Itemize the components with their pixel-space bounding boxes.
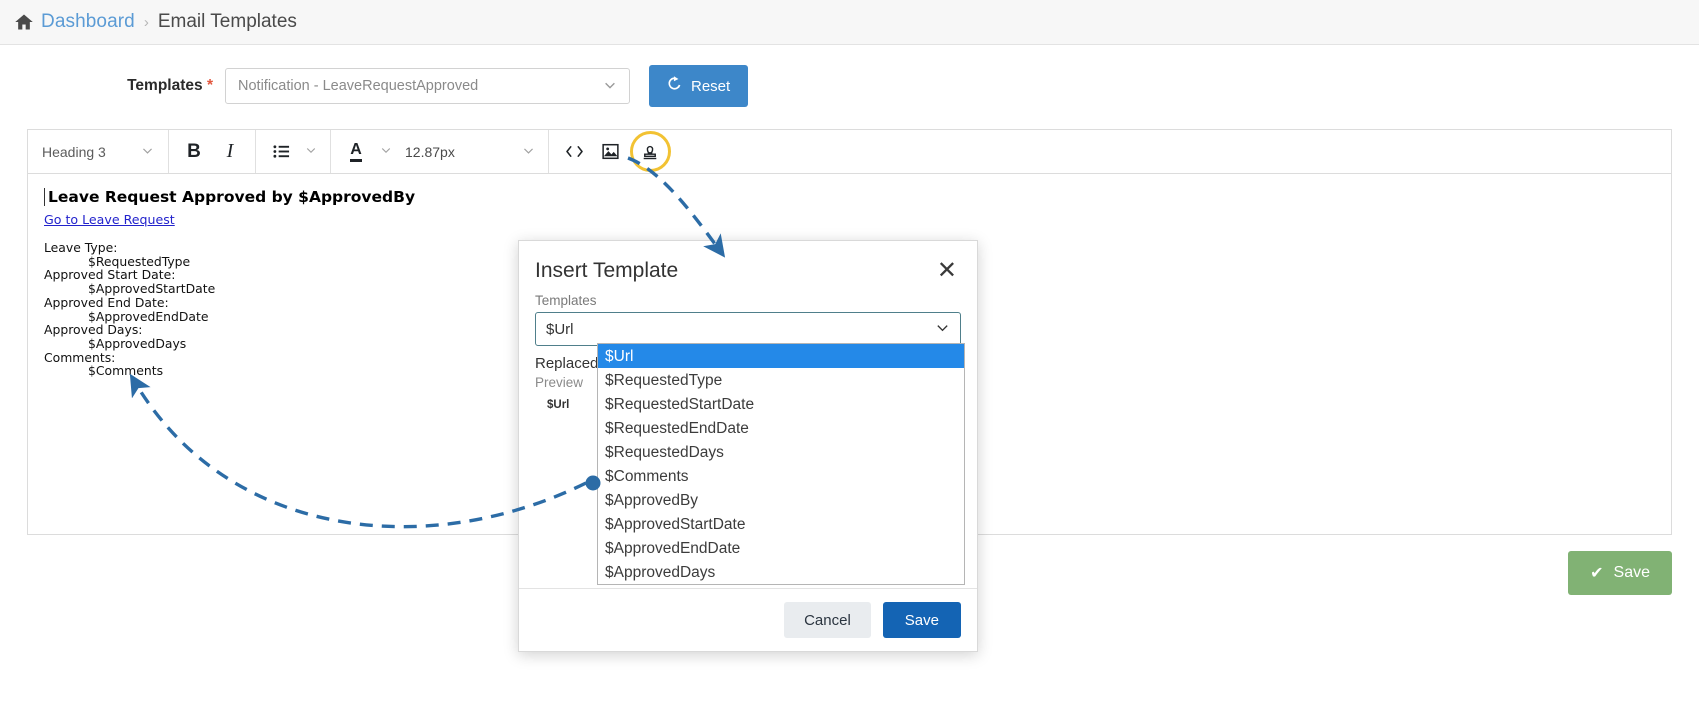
email-heading: Leave Request Approved by $ApprovedBy [44,188,1655,206]
save-button[interactable]: ✔ Save [1568,551,1672,595]
modal-save-button[interactable]: Save [882,602,961,638]
chevron-down-icon [141,144,154,160]
breadcrumb-separator: › [143,13,149,31]
reset-button[interactable]: Reset [649,65,749,107]
reset-button-label: Reset [691,77,731,95]
save-button-label: Save [1613,564,1650,581]
modal-field-label: Templates [535,293,597,308]
font-color-letter: A [350,141,362,162]
font-size-chevron-down-icon[interactable] [519,144,538,160]
code-view-icon[interactable] [559,137,589,167]
template-selector-row: Templates * Notification - LeaveRequestA… [0,45,1699,119]
check-icon: ✔ [1590,565,1604,582]
toolbar-group-font: A 12.87px [331,130,549,173]
block-format-dropdown[interactable]: Heading 3 [38,144,158,160]
templates-label-text: Templates [127,77,203,94]
option-item[interactable]: $RequestedEndDate [598,416,964,440]
font-size-value[interactable]: 12.87px [401,144,513,160]
modal-templates-select[interactable]: $Url [535,312,961,346]
chevron-down-icon [603,78,617,95]
breadcrumb-link-dashboard[interactable]: Dashboard [41,11,135,33]
insert-template-toolbar-button[interactable] [630,130,671,172]
templates-select-value: Notification - LeaveRequestApproved [238,78,479,94]
option-item[interactable]: $ApprovedStartDate [598,512,964,536]
breadcrumb: Dashboard › Email Templates [0,0,1699,45]
modal-title: Insert Template [535,259,679,282]
email-link[interactable]: Go to Leave Request [44,212,1655,227]
option-item[interactable]: $RequestedStartDate [598,392,964,416]
templates-label: Templates * [0,77,225,95]
font-color-icon[interactable]: A [341,137,371,167]
templates-select[interactable]: Notification - LeaveRequestApproved [225,68,630,104]
modal-body: Templates $Url Replaced Preview $Url $Ur… [519,293,977,585]
option-item[interactable]: $Comments [598,464,964,488]
list-options-chevron-down-icon[interactable] [302,144,320,159]
toolbar-group-format: Heading 3 [28,130,169,173]
italic-button[interactable]: I [215,137,245,167]
option-item[interactable]: $ApprovedDays [598,560,964,584]
editor-toolbar: Heading 3 B I A 12.87px [28,130,1671,174]
toolbar-group-list [256,130,331,173]
font-color-chevron-down-icon[interactable] [377,144,395,159]
bullet-list-icon[interactable] [266,137,296,167]
bold-button[interactable]: B [179,137,209,167]
option-item[interactable]: $ApprovedEndDate [598,536,964,560]
option-item[interactable]: $ApprovedBy [598,488,964,512]
breadcrumb-current: Email Templates [157,11,297,32]
required-asterisk: * [206,77,213,94]
toolbar-group-insert [549,130,679,173]
option-item[interactable]: $RequestedType [598,368,964,392]
option-item[interactable]: $RequestedDays [598,440,964,464]
image-icon[interactable] [595,137,625,167]
chevron-down-icon [935,320,950,339]
option-item[interactable]: $Url [598,344,964,368]
toolbar-group-style: B I [169,130,256,173]
insert-template-modal: Insert Template ✕ Templates $Url Replace… [518,240,978,652]
templates-option-list[interactable]: $Url $RequestedType $RequestedStartDate … [597,343,965,585]
modal-header: Insert Template ✕ [519,241,977,293]
modal-templates-select-value: $Url [546,320,574,338]
close-icon[interactable]: ✕ [937,259,957,283]
stamp-icon [643,145,657,159]
home-icon [14,12,34,32]
cancel-button[interactable]: Cancel [784,602,871,638]
refresh-icon [667,76,682,96]
block-format-value: Heading 3 [42,143,106,160]
modal-footer: Cancel Save [519,588,977,651]
